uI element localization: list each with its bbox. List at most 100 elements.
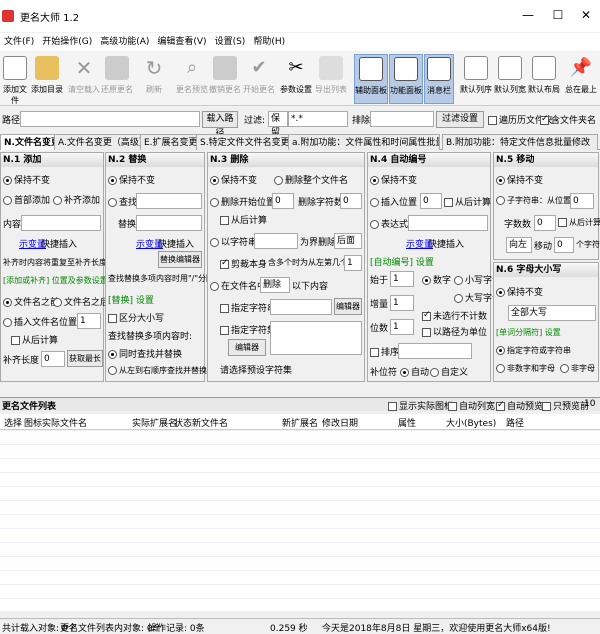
default-layout-button[interactable]: 默认布局: [528, 54, 560, 104]
add-keep-radio[interactable]: 保持不变: [3, 173, 50, 186]
menu-advanced[interactable]: 高级功能(A): [96, 33, 153, 51]
table-row[interactable]: [0, 529, 600, 543]
replace-editor-button[interactable]: 替换编辑器: [158, 251, 202, 268]
default-order-button[interactable]: 默认列序: [460, 54, 492, 104]
always-on-top-button[interactable]: 📌 总在最上: [564, 54, 598, 104]
tab-ext-change[interactable]: E.扩展名变更: [140, 134, 202, 150]
delete-all-radio[interactable]: 删除整个文件名: [274, 173, 348, 186]
number-from-back-checkbox[interactable]: 从后计算: [444, 195, 491, 208]
move-sub-radio[interactable]: 子字符串：从位置: [496, 195, 571, 206]
delete-keep-radio[interactable]: 保持不变: [210, 173, 257, 186]
replace-find-input[interactable]: [136, 193, 202, 209]
col-new-ext[interactable]: 新扩展名: [282, 416, 318, 429]
number-expr-input[interactable]: [408, 215, 488, 231]
case-mode-select[interactable]: 全部大写: [508, 305, 596, 321]
add-fill-len-input[interactable]: 0: [41, 351, 65, 367]
add-from-back-checkbox[interactable]: 从后计算: [11, 333, 58, 346]
add-before-radio[interactable]: 文件名之前: [3, 295, 59, 308]
move-keep-radio[interactable]: 保持不变: [496, 173, 543, 186]
move-from-back-checkbox[interactable]: 从后计算: [558, 217, 600, 228]
undo-button[interactable]: 撤销更名: [209, 54, 241, 104]
delete-spec-input[interactable]: [270, 299, 332, 315]
menu-start[interactable]: 开始操作(G): [38, 33, 96, 51]
tab-attr-batch[interactable]: a.附加功能：文件属性和时间属性批量修改: [288, 134, 440, 150]
case-nonnum-radio[interactable]: 非数字和字母: [496, 363, 555, 374]
table-row[interactable]: [0, 459, 600, 473]
move-amount-input[interactable]: 0: [554, 237, 574, 253]
replace-keep-radio[interactable]: 保持不变: [108, 173, 155, 186]
col-select[interactable]: 选择: [4, 416, 22, 429]
minimize-button[interactable]: —: [518, 6, 538, 24]
table-row[interactable]: [0, 515, 600, 529]
delete-cut-self-checkbox[interactable]: 剪裁本身: [220, 257, 267, 270]
col-real-name[interactable]: 实际文件名: [42, 416, 87, 429]
add-insert-pos-radio[interactable]: 插入文件名位置: [3, 315, 77, 328]
replace-settings-link[interactable]: [替换] 设置: [108, 293, 154, 306]
case-nonchar-radio[interactable]: 非字母: [560, 363, 595, 374]
number-inc-input[interactable]: 1: [390, 295, 414, 311]
tab-info-batch[interactable]: B.附加功能：特定文件信息批量修改: [442, 134, 598, 150]
number-expr-radio[interactable]: 表达式: [370, 217, 408, 230]
col-new-name[interactable]: 新文件名: [192, 416, 228, 429]
table-row[interactable]: [0, 473, 600, 487]
case-keep-radio[interactable]: 保持不变: [496, 285, 543, 298]
col-icon[interactable]: 图标: [24, 416, 42, 429]
add-quick-insert[interactable]: 快捷插入: [41, 237, 77, 250]
add-after-radio[interactable]: 文件名之后: [53, 295, 109, 308]
replace-quick-insert[interactable]: 快捷插入: [158, 237, 194, 250]
move-pos-input[interactable]: 0: [570, 193, 594, 209]
number-by-unit-checkbox[interactable]: 以路径为单位: [422, 325, 487, 338]
add-folder-button[interactable]: 添加目录: [31, 54, 63, 104]
col-status[interactable]: 状态: [174, 416, 192, 429]
default-width-button[interactable]: 默认列宽: [494, 54, 526, 104]
number-quick-insert[interactable]: 快捷插入: [428, 237, 464, 250]
restore-button[interactable]: 还原更名: [101, 54, 133, 104]
replace-simultaneous-radio[interactable]: 同时查找并替换: [108, 347, 182, 360]
replace-with-input[interactable]: [136, 215, 202, 231]
aux-panel-button[interactable]: 辅助面板: [354, 54, 388, 104]
table-row[interactable]: [0, 543, 600, 557]
delete-start-input[interactable]: 0: [272, 193, 294, 209]
number-auto-radio[interactable]: 自动: [400, 365, 429, 378]
tab-name-change-advanced[interactable]: A.文件名变更（高级）: [54, 134, 152, 150]
col-real-ext[interactable]: 实际扩展名: [132, 416, 177, 429]
tab-special-file[interactable]: S.特定文件文件名变更: [196, 134, 294, 150]
number-no-count-checkbox[interactable]: 未选行不计数: [422, 309, 487, 322]
with-folder-checkbox[interactable]: 含文件夹名: [540, 113, 596, 126]
table-row[interactable]: [0, 487, 600, 501]
settings-button[interactable]: ✂ 参数设置: [280, 54, 312, 104]
move-chars-input[interactable]: 0: [534, 215, 556, 231]
message-bar-button[interactable]: 消息栏: [424, 54, 454, 104]
real-icon-checkbox[interactable]: 显示实际图标: [388, 399, 453, 412]
delete-in-name-radio[interactable]: 在文件名中: [210, 279, 266, 292]
auto-width-checkbox[interactable]: 自动列宽: [448, 399, 495, 412]
replace-find-radio[interactable]: 查找: [108, 195, 137, 208]
preview-button[interactable]: ⌕ 更名预览: [176, 54, 208, 104]
number-sort-select[interactable]: [398, 343, 472, 359]
delete-char-input[interactable]: [254, 233, 298, 249]
add-pos-input[interactable]: 1: [77, 313, 101, 329]
add-get-max-button[interactable]: 获取最长: [67, 350, 103, 367]
add-file-button[interactable]: 添加文件: [0, 54, 30, 105]
delete-spec-set-input[interactable]: [270, 321, 362, 355]
menu-file[interactable]: 文件(F): [0, 33, 38, 51]
func-panel-button[interactable]: 功能面板: [389, 54, 423, 104]
clear-button[interactable]: ✕ 清空载入: [68, 54, 100, 104]
close-button[interactable]: ✕: [576, 6, 596, 24]
case-spec-radio[interactable]: 指定字符或字符串: [496, 345, 571, 356]
col-attrs[interactable]: 属性: [398, 416, 416, 429]
col-path[interactable]: 路径: [506, 416, 524, 429]
filter-mode-select[interactable]: 保留: [268, 111, 288, 138]
number-digits-input[interactable]: 1: [390, 319, 414, 335]
delete-chars-input[interactable]: 0: [340, 193, 362, 209]
number-digit-radio[interactable]: 数字: [422, 273, 451, 286]
exclude-input[interactable]: [370, 111, 434, 127]
number-insert-input[interactable]: 0: [420, 193, 442, 209]
col-modified[interactable]: 修改日期: [322, 416, 358, 429]
delete-more-input[interactable]: 1: [344, 255, 362, 271]
path-input[interactable]: [20, 111, 200, 127]
delete-editor2-button[interactable]: 编辑器: [228, 339, 266, 356]
auto-preview-checkbox[interactable]: 自动预览: [496, 399, 543, 412]
delete-spec-set-checkbox[interactable]: 指定字符集: [220, 323, 276, 336]
delete-char-radio[interactable]: 以字符串: [210, 235, 257, 248]
